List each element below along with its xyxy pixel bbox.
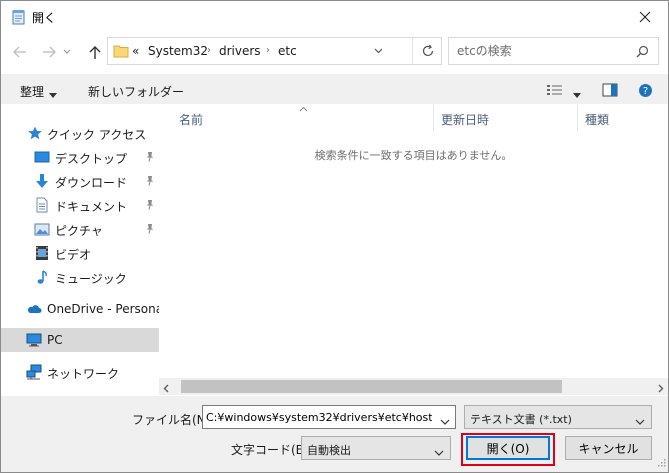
search-input[interactable] bbox=[457, 43, 627, 59]
horizontal-scrollbar[interactable] bbox=[159, 378, 668, 395]
sidebar-item-onedrive[interactable]: OneDrive - Personal bbox=[1, 297, 166, 321]
address-segment-etc[interactable]: etc bbox=[278, 44, 297, 58]
sidebar-item-videos[interactable]: ビデオ bbox=[1, 241, 159, 265]
refresh-button[interactable] bbox=[412, 37, 442, 65]
recent-locations-button[interactable] bbox=[60, 41, 74, 63]
up-button[interactable] bbox=[84, 41, 106, 63]
address-dropdown-icon[interactable] bbox=[374, 43, 383, 57]
organize-button[interactable]: 整理 bbox=[20, 83, 44, 100]
column-header-label: 名前 bbox=[179, 113, 204, 127]
pictures-icon bbox=[34, 221, 50, 237]
video-icon bbox=[34, 245, 50, 261]
sidebar-item-pictures[interactable]: ピクチャ bbox=[1, 217, 159, 241]
filetype-select[interactable]: テキスト文書 (*.txt) bbox=[464, 405, 652, 429]
svg-text:?: ? bbox=[643, 86, 648, 97]
pin-icon[interactable] bbox=[145, 151, 155, 165]
desktop-icon bbox=[34, 149, 50, 165]
dialog-footer: ファイル名(N): テキスト文書 (*.txt) 文字コード(E): 自動検出 … bbox=[1, 396, 668, 472]
folder-icon bbox=[113, 43, 129, 62]
sidebar-item-label: PC bbox=[47, 333, 63, 347]
search-icon[interactable] bbox=[636, 45, 649, 61]
document-icon bbox=[34, 197, 50, 213]
scroll-right-icon[interactable] bbox=[658, 382, 664, 396]
view-options-icon[interactable] bbox=[546, 83, 564, 100]
encoding-label: 文字コード(E): bbox=[231, 443, 312, 457]
help-icon[interactable]: ? bbox=[638, 83, 653, 101]
file-list[interactable]: 名前 更新日時 種類 検索条件に一致する項目はありません。 bbox=[159, 105, 668, 395]
encoding-select[interactable]: 自動検出 bbox=[301, 436, 451, 460]
arrow-left-icon bbox=[13, 46, 26, 58]
sidebar-item-label: OneDrive - Personal bbox=[47, 302, 167, 316]
open-file-dialog: 開く « System32 › drivers › etc etcの検索 整理 … bbox=[0, 0, 669, 473]
filetype-value: テキスト文書 (*.txt) bbox=[470, 413, 572, 426]
sidebar-item-desktop[interactable]: デスクトップ bbox=[1, 145, 159, 169]
sidebar-item-label: クイック アクセス bbox=[47, 128, 147, 142]
filename-combobox[interactable] bbox=[202, 405, 456, 429]
encoding-value: 自動検出 bbox=[307, 444, 351, 457]
address-bar[interactable]: « System32 › drivers › etc bbox=[107, 37, 442, 65]
forward-button[interactable] bbox=[38, 41, 60, 63]
scrollbar-thumb[interactable] bbox=[181, 380, 562, 393]
sidebar-item-music[interactable]: ミュージック bbox=[1, 265, 159, 289]
sidebar-item-label: ミュージック bbox=[55, 272, 127, 286]
column-header-label: 更新日時 bbox=[441, 113, 490, 127]
open-button[interactable]: 開く(O) bbox=[466, 436, 550, 460]
network-icon bbox=[26, 364, 42, 380]
sidebar-item-label: ピクチャ bbox=[55, 224, 103, 238]
chevron-right-icon[interactable]: › bbox=[207, 45, 211, 56]
chevron-down-icon bbox=[63, 49, 71, 54]
window-title: 開く bbox=[32, 11, 57, 25]
sidebar-item-pc[interactable]: PC bbox=[1, 328, 159, 352]
address-segment-drivers[interactable]: drivers bbox=[219, 44, 261, 58]
close-icon bbox=[639, 11, 651, 22]
sidebar-item-label: デスクトップ bbox=[55, 152, 128, 166]
preview-pane-icon[interactable] bbox=[602, 83, 618, 100]
sidebar-item-label: ダウンロード bbox=[55, 176, 128, 190]
download-icon bbox=[34, 173, 50, 189]
chevron-down-icon bbox=[635, 414, 645, 428]
arrow-right-icon bbox=[43, 46, 56, 58]
cancel-button[interactable]: キャンセル bbox=[565, 436, 652, 460]
pin-icon[interactable] bbox=[145, 175, 155, 189]
music-icon bbox=[34, 269, 50, 285]
back-button[interactable] bbox=[9, 41, 31, 63]
filename-field[interactable] bbox=[206, 409, 432, 425]
refresh-icon bbox=[422, 44, 433, 57]
empty-folder-message: 検索条件に一致する項目はありません。 bbox=[314, 149, 513, 162]
close-button[interactable] bbox=[622, 1, 668, 32]
sidebar-item-documents[interactable]: ドキュメント bbox=[1, 193, 159, 217]
address-overflow[interactable]: « bbox=[132, 44, 139, 58]
sidebar-item-downloads[interactable]: ダウンロード bbox=[1, 169, 159, 193]
scroll-left-icon[interactable] bbox=[163, 382, 169, 396]
pin-icon[interactable] bbox=[145, 199, 155, 213]
sidebar-item-label: ビデオ bbox=[55, 248, 92, 262]
column-header-label: 種類 bbox=[585, 113, 610, 127]
view-dropdown-icon[interactable] bbox=[573, 87, 581, 101]
pin-icon[interactable] bbox=[145, 223, 155, 237]
sidebar-item-label: ドキュメント bbox=[55, 200, 128, 214]
chevron-down-icon[interactable] bbox=[440, 414, 450, 428]
new-folder-button[interactable]: 新しいフォルダー bbox=[88, 83, 184, 100]
computer-icon bbox=[26, 332, 42, 348]
organize-dropdown-icon[interactable] bbox=[49, 87, 57, 101]
column-header-type[interactable]: 種類 bbox=[578, 105, 668, 131]
resize-grip-icon[interactable] bbox=[656, 456, 666, 470]
notepad-icon bbox=[11, 9, 27, 25]
sidebar-item-network[interactable]: ネットワーク bbox=[1, 360, 159, 384]
cloud-icon bbox=[26, 301, 42, 317]
search-box[interactable] bbox=[448, 37, 659, 65]
title-bar: 開く bbox=[1, 1, 668, 33]
command-bar: 整理 新しいフォルダー ? bbox=[1, 74, 668, 104]
arrow-up-icon bbox=[89, 46, 101, 59]
star-icon bbox=[27, 125, 43, 141]
sidebar-item-quick-access[interactable]: クイック アクセス bbox=[1, 121, 159, 145]
sidebar-item-label: ネットワーク bbox=[47, 367, 120, 381]
chevron-right-icon[interactable]: › bbox=[266, 45, 270, 56]
address-segment-system32[interactable]: System32 bbox=[148, 44, 208, 58]
navigation-pane: クイック アクセス デスクトップ ダウンロード ドキュメント ピクチャ ビデオ … bbox=[1, 105, 166, 395]
chevron-down-icon bbox=[434, 445, 444, 459]
column-header-name[interactable]: 名前 bbox=[159, 105, 433, 131]
column-header-modified[interactable]: 更新日時 bbox=[434, 105, 577, 131]
